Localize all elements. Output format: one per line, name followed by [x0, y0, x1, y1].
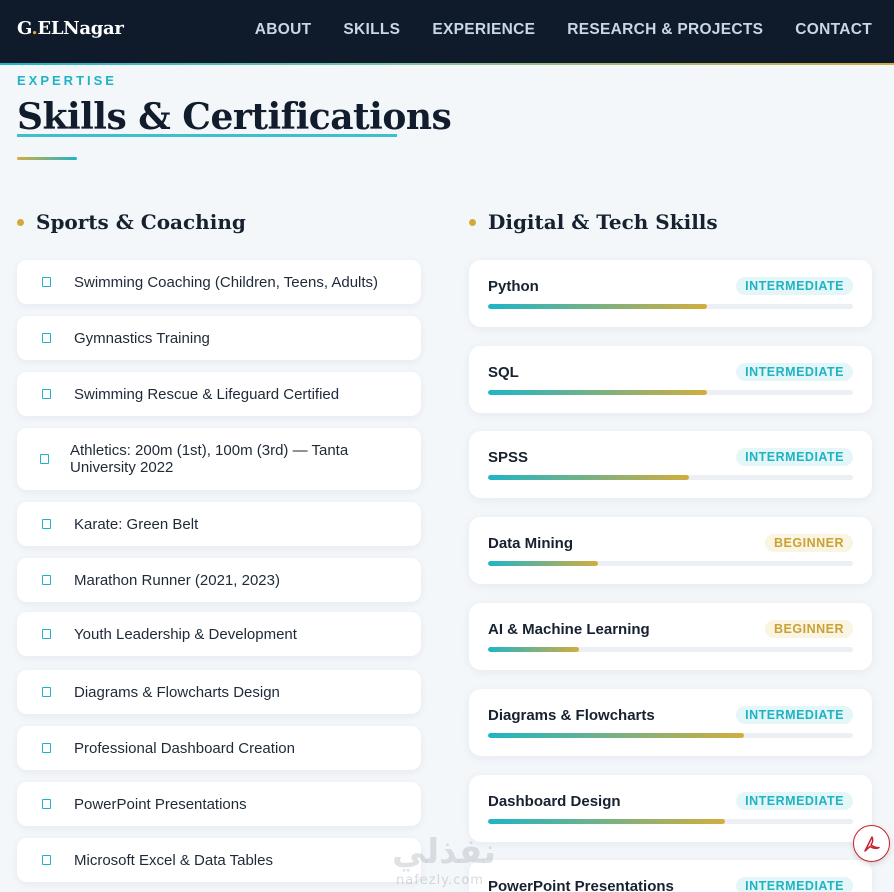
- checkbox-icon: [42, 575, 51, 585]
- skill-level-badge: BEGINNER: [765, 534, 853, 552]
- skill-progress-track: [488, 304, 853, 309]
- nav-contact[interactable]: CONTACT: [795, 21, 872, 39]
- sport-item: Athletics: 200m (1st), 100m (3rd) — Tant…: [17, 428, 421, 490]
- top-navigation-bar: G.ELNagar ABOUT SKILLS EXPERIENCE RESEAR…: [0, 0, 894, 63]
- sport-item: Swimming Rescue & Lifeguard Certified: [17, 372, 421, 416]
- skill-progress-fill: [488, 819, 726, 824]
- sport-item: Diagrams & Flowcharts Design: [17, 670, 421, 714]
- checkbox-icon: [42, 277, 51, 287]
- skill-card: Python INTERMEDIATE: [469, 260, 872, 327]
- skill-level-badge: INTERMEDIATE: [736, 877, 853, 892]
- skill-name: Python: [488, 278, 539, 295]
- skill-level-badge: INTERMEDIATE: [736, 363, 853, 381]
- sport-item: Professional Dashboard Creation: [17, 726, 421, 770]
- nav-about[interactable]: ABOUT: [255, 21, 312, 39]
- sport-item-label: Youth Leadership & Development: [74, 625, 297, 643]
- title-accent-bar: [17, 157, 77, 160]
- skill-progress-track: [488, 475, 853, 480]
- checkbox-icon: [42, 855, 51, 865]
- skill-progress-track: [488, 733, 853, 738]
- logo-name: ELNagar: [37, 18, 124, 39]
- sport-item-label: Professional Dashboard Creation: [74, 739, 295, 757]
- sport-item-label: Swimming Rescue & Lifeguard Certified: [74, 385, 340, 403]
- pdf-download-button[interactable]: [853, 825, 890, 862]
- skill-card: SQL INTERMEDIATE: [469, 346, 872, 413]
- skill-progress-track: [488, 561, 853, 566]
- checkbox-icon: [40, 454, 49, 464]
- header-accent-line: [0, 63, 894, 65]
- skill-card: Dashboard Design INTERMEDIATE: [469, 775, 872, 842]
- skill-progress-fill: [488, 304, 707, 309]
- skill-progress-track: [488, 390, 853, 395]
- title-bullet-icon: [469, 218, 476, 226]
- sport-item-label: PowerPoint Presentations: [74, 795, 247, 813]
- sport-item-label: Gymnastics Training: [74, 329, 210, 347]
- sports-title-text: Sports & Coaching: [36, 210, 246, 234]
- skill-progress-fill: [488, 475, 689, 480]
- skill-card: AI & Machine Learning BEGINNER: [469, 603, 872, 670]
- sport-item: Gymnastics Training: [17, 316, 421, 360]
- sport-item-label: Diagrams & Flowcharts Design: [74, 683, 280, 701]
- sport-item: Microsoft Excel & Data Tables: [17, 838, 421, 882]
- skill-card: SPSS INTERMEDIATE: [469, 431, 872, 498]
- sport-item: Youth Leadership & Development: [17, 612, 421, 656]
- skill-name: Dashboard Design: [488, 793, 621, 810]
- skill-progress-track: [488, 819, 853, 824]
- checkbox-icon: [42, 743, 51, 753]
- skill-card: PowerPoint Presentations INTERMEDIATE: [469, 860, 872, 892]
- skill-name: Diagrams & Flowcharts: [488, 707, 655, 724]
- watermark-logo: نفذلي: [392, 832, 497, 872]
- skill-name: SPSS: [488, 449, 529, 466]
- watermark-url: nafezly.com: [396, 873, 484, 888]
- checkbox-icon: [42, 389, 51, 399]
- sport-item-label: Microsoft Excel & Data Tables: [74, 851, 273, 869]
- nav-skills[interactable]: SKILLS: [343, 21, 400, 39]
- site-logo[interactable]: G.ELNagar: [17, 18, 124, 39]
- skill-card: Data Mining BEGINNER: [469, 517, 872, 584]
- skill-name: AI & Machine Learning: [488, 621, 650, 638]
- checkbox-icon: [42, 629, 51, 639]
- checkbox-icon: [42, 687, 51, 697]
- skill-level-badge: INTERMEDIATE: [736, 706, 853, 724]
- checkbox-icon: [42, 799, 51, 809]
- skill-level-badge: INTERMEDIATE: [736, 277, 853, 295]
- skill-level-badge: INTERMEDIATE: [736, 792, 853, 810]
- skill-level-badge: INTERMEDIATE: [736, 448, 853, 466]
- sports-column-title: Sports & Coaching: [17, 210, 246, 234]
- sport-item: PowerPoint Presentations: [17, 782, 421, 826]
- pdf-icon: [864, 836, 880, 852]
- sport-item-label: Swimming Coaching (Children, Teens, Adul…: [74, 273, 379, 291]
- skill-progress-fill: [488, 647, 580, 652]
- sport-item: Swimming Coaching (Children, Teens, Adul…: [17, 260, 421, 304]
- page-title: Skills & Certifications: [17, 96, 452, 138]
- logo-initial: G: [17, 18, 32, 39]
- skill-level-badge: BEGINNER: [765, 620, 853, 638]
- sport-item-label: Athletics: 200m (1st), 100m (3rd) — Tant…: [70, 442, 349, 476]
- tech-title-text: Digital & Tech Skills: [488, 210, 718, 234]
- skill-progress-fill: [488, 390, 707, 395]
- title-bullet-icon: [17, 218, 24, 226]
- skill-progress-fill: [488, 561, 598, 566]
- skill-progress-track: [488, 647, 853, 652]
- skill-name: PowerPoint Presentations: [488, 878, 674, 892]
- sport-item: Karate: Green Belt: [17, 502, 421, 546]
- skill-progress-fill: [488, 733, 744, 738]
- nav-experience[interactable]: EXPERIENCE: [432, 21, 535, 39]
- checkbox-icon: [42, 333, 51, 343]
- section-eyebrow: EXPERTISE: [17, 73, 117, 88]
- sport-item-label: Karate: Green Belt: [74, 515, 199, 533]
- sport-item-label: Marathon Runner (2021, 2023): [74, 571, 280, 589]
- skill-name: Data Mining: [488, 535, 573, 552]
- sport-item: Marathon Runner (2021, 2023): [17, 558, 421, 602]
- tech-column-title: Digital & Tech Skills: [469, 210, 718, 234]
- title-underline: [17, 134, 397, 137]
- skill-card: Diagrams & Flowcharts INTERMEDIATE: [469, 689, 872, 756]
- skill-name: SQL: [488, 364, 519, 381]
- main-nav: ABOUT SKILLS EXPERIENCE RESEARCH & PROJE…: [255, 21, 872, 39]
- nav-research-projects[interactable]: RESEARCH & PROJECTS: [567, 21, 763, 39]
- checkbox-icon: [42, 519, 51, 529]
